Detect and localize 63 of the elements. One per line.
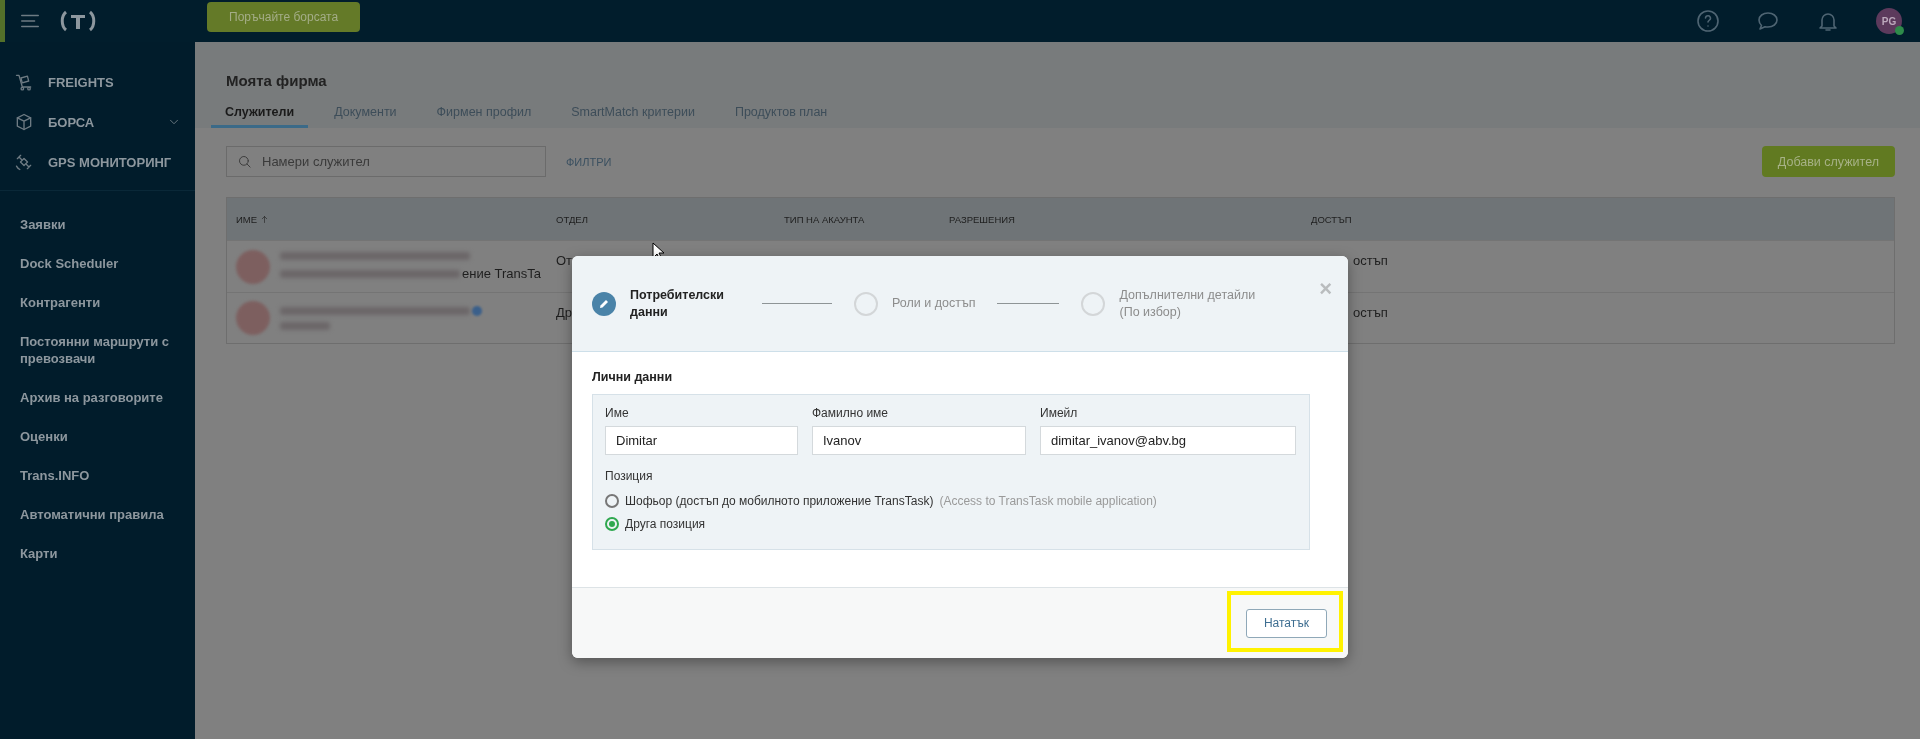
help-icon (1696, 9, 1720, 33)
column-header[interactable]: ОТДЕЛ (547, 213, 775, 225)
table-cell: От (556, 253, 573, 268)
sort-up-icon (260, 214, 270, 224)
sidebar-item-label: FREIGHTS (48, 74, 115, 90)
step-note: (По избор) (1119, 303, 1182, 321)
sidebar-item[interactable]: Автоматични правила (0, 495, 195, 534)
column-header-label: ОТДЕЛ (556, 213, 588, 225)
sidebar-item-label: GPS МОНИТОРИНГ (48, 154, 173, 170)
employee-subtitle: ение TransTa (462, 266, 541, 281)
satellite-icon (14, 152, 34, 172)
sidebar-item[interactable]: Карти (0, 534, 195, 573)
redacted-avatar (236, 301, 270, 335)
field-label: Имейл (1040, 406, 1079, 420)
column-header[interactable]: ИМЕ (227, 213, 547, 225)
page-title: Моята фирма (225, 72, 328, 89)
sidebar-item[interactable]: Dock Scheduler (0, 244, 195, 283)
tab[interactable]: Служители (211, 105, 309, 128)
radio-note: (Access to TransTask mobile application) (939, 493, 1157, 508)
search-field[interactable]: Намери служител (226, 146, 546, 177)
search-icon (237, 154, 252, 169)
sidebar-item[interactable]: Архив на разговорите (0, 378, 195, 417)
sidebar-main-item[interactable]: FREIGHTS (0, 62, 195, 102)
redacted-avatar (236, 249, 270, 284)
step-label: Допълнителни детайли (1119, 286, 1256, 304)
column-header-label: ИМЕ (236, 213, 258, 225)
sidebar-item[interactable]: Постоянни маршрути с превозвачи (0, 322, 195, 378)
logo-icon (59, 10, 97, 32)
radio-label: Шофьор (достъп до мобилното приложение TransTask) (625, 493, 934, 508)
column-header[interactable]: ТИП НА АКАУНТА (775, 213, 940, 225)
chat-icon (1756, 9, 1780, 33)
column-header-label: ДОСТЪП (1311, 213, 1352, 225)
section-title: Лични данни (592, 370, 674, 384)
sidebar-main-item[interactable]: БОРСА (0, 102, 195, 142)
field-label: Позиция (605, 469, 654, 483)
box-icon (14, 112, 34, 132)
input-field[interactable]: Ivanov (812, 426, 1026, 455)
step-label: Потребителски данни (630, 286, 725, 321)
sidebar-item-label: БОРСА (48, 114, 96, 130)
radio-label: Друга позиция (625, 516, 706, 531)
field-label: Фамилно име (812, 406, 889, 420)
input-field[interactable]: dimitar_ivanov@abv.bg (1040, 426, 1296, 455)
column-header-label: ТИП НА АКАУНТА (784, 213, 865, 225)
field-label: Име (605, 406, 630, 420)
search-input[interactable]: Намери служител (260, 147, 535, 176)
radio-button[interactable] (605, 493, 619, 508)
column-header-label: РАЗРЕШЕНИЯ (949, 213, 1015, 225)
column-header[interactable]: РАЗРЕШЕНИЯ (940, 213, 1302, 225)
sidebar-item[interactable]: Trans.INFO (0, 456, 195, 495)
sidebar-item[interactable]: Контрагенти (0, 283, 195, 322)
radio-button[interactable] (605, 516, 619, 531)
user-avatar[interactable]: PG (1876, 8, 1902, 34)
next-button[interactable]: Нататък (1245, 608, 1327, 638)
step-label: Роли и достъп (892, 295, 976, 312)
column-header[interactable]: ДОСТЪП (1302, 213, 1812, 225)
input-field[interactable]: Dimitar (605, 426, 798, 455)
sidebar-item[interactable]: Оценки (0, 417, 195, 456)
trolley-icon (14, 72, 34, 92)
sidebar-item[interactable]: Заявки (0, 205, 195, 244)
table-cell: Др (556, 305, 573, 320)
table-cell: остъп (1353, 305, 1388, 320)
sidebar-main-item[interactable]: GPS МОНИТОРИНГ (0, 142, 195, 182)
table-cell: остъп (1353, 253, 1388, 268)
